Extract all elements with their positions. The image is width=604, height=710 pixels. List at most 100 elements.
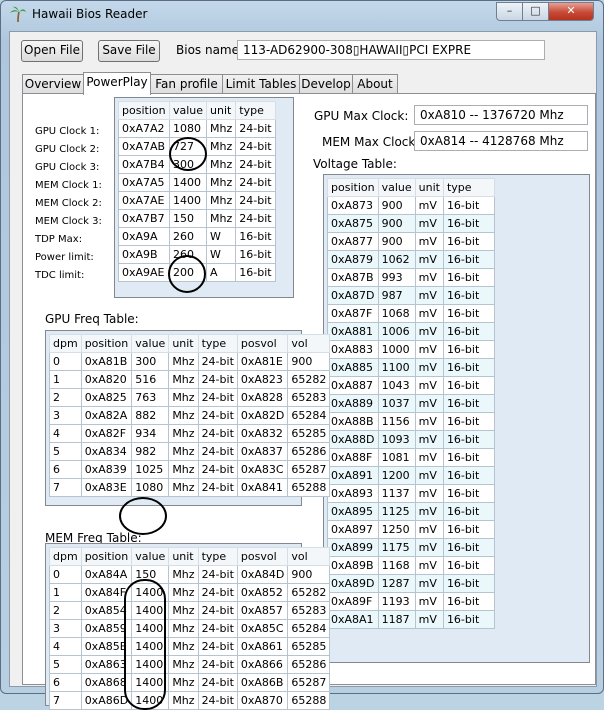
table-row[interactable]: 0xA87D 987 mV 16-bit [327, 286, 495, 305]
column-header[interactable]: posvol [236, 547, 289, 566]
column-header[interactable]: dpm [49, 547, 82, 566]
mem-max-clock-field[interactable]: 0xA814 -- 4128768 Mhz [414, 131, 588, 151]
table-row[interactable]: 0xA87F 1068 mV 16-bit [327, 304, 495, 323]
table-row[interactable]: 6 0xA839 1025 Mhz 24-bit 0xA83C 65287 [49, 460, 331, 479]
table-cell[interactable]: 993 [377, 268, 416, 287]
table-cell[interactable]: 1187 [377, 610, 416, 629]
table-row[interactable]: 0xA873 900 mV 16-bit [327, 196, 495, 215]
table-cell[interactable]: mV [414, 214, 444, 233]
table-cell[interactable]: 65282 [287, 370, 331, 389]
table-cell[interactable]: 0xA861 [236, 637, 289, 656]
table-cell[interactable]: A [206, 263, 237, 282]
table-row[interactable]: 6 0xA868 1400 Mhz 24-bit 0xA86B 65287 [49, 673, 331, 692]
column-header[interactable]: value [168, 101, 208, 120]
table-cell[interactable]: Mhz [168, 442, 199, 461]
table-cell[interactable]: 24-bit [197, 673, 238, 692]
table-cell[interactable]: 24-bit [197, 460, 238, 479]
table-cell[interactable]: Mhz [206, 155, 237, 174]
table-cell[interactable]: 24-bit [197, 691, 238, 710]
minimize-button[interactable]: – [496, 2, 523, 21]
table-cell[interactable]: 65286 [287, 655, 331, 674]
table-cell[interactable]: 260 [168, 227, 208, 246]
table-row[interactable]: 0 0xA81B 300 Mhz 24-bit 0xA81E 900 [49, 352, 331, 371]
tab-fan-profile[interactable]: Fan profile [150, 74, 223, 94]
table-cell[interactable]: 0xA820 [80, 370, 133, 389]
table-cell[interactable]: 1 [49, 583, 82, 602]
table-cell[interactable]: Mhz [168, 637, 199, 656]
table-row[interactable]: 0xA875 900 mV 16-bit [327, 214, 495, 233]
table-cell[interactable]: mV [414, 592, 444, 611]
table-row[interactable]: 0xA879 1062 mV 16-bit [327, 250, 495, 269]
table-cell[interactable]: 7 [49, 478, 82, 497]
column-header[interactable]: position [118, 101, 170, 120]
table-cell[interactable]: 0 [49, 565, 82, 584]
save-file-button[interactable]: Save File [98, 40, 160, 62]
table-cell[interactable]: 763 [131, 388, 170, 407]
table-cell[interactable]: 16-bit [442, 430, 495, 449]
table-row[interactable]: 0xA9A 260 W 16-bit [118, 227, 276, 246]
table-cell[interactable]: 0 [49, 352, 82, 371]
column-header[interactable]: unit [414, 178, 444, 197]
table-row[interactable]: 0xA7A5 1400 Mhz 24-bit [118, 173, 276, 192]
table-cell[interactable]: 1062 [377, 250, 416, 269]
table-cell[interactable]: Mhz [168, 370, 199, 389]
table-cell[interactable]: mV [414, 286, 444, 305]
table-row[interactable]: 0xA89B 1168 mV 16-bit [327, 556, 495, 575]
table-cell[interactable]: 24-bit [235, 155, 276, 174]
table-cell[interactable]: mV [414, 232, 444, 251]
table-cell[interactable]: Mhz [168, 388, 199, 407]
table-cell[interactable]: Mhz [168, 673, 199, 692]
table-cell[interactable]: 0xA88D [327, 430, 379, 449]
table-cell[interactable]: 0xA87B [327, 268, 379, 287]
table-cell[interactable]: 16-bit [442, 448, 495, 467]
column-header[interactable]: position [80, 547, 133, 566]
table-cell[interactable]: Mhz [168, 406, 199, 425]
table-cell[interactable]: mV [414, 466, 444, 485]
table-row[interactable]: 0xA887 1043 mV 16-bit [327, 376, 495, 395]
table-cell[interactable]: Mhz [168, 565, 199, 584]
table-cell[interactable]: 16-bit [442, 484, 495, 503]
table-cell[interactable]: 65283 [287, 388, 331, 407]
column-header[interactable]: position [327, 178, 379, 197]
table-cell[interactable]: 24-bit [235, 209, 276, 228]
table-cell[interactable]: 65288 [287, 478, 331, 497]
gpu-freq-grid[interactable]: dpm position value unit type posvol vol 0 0xA81B… [45, 330, 331, 506]
column-header[interactable]: vol [287, 547, 331, 566]
table-row[interactable]: 3 0xA859 1400 Mhz 24-bit 0xA85C 65284 [49, 619, 331, 638]
table-cell[interactable]: 0xA7AB [118, 137, 170, 156]
column-header[interactable]: unit [206, 101, 237, 120]
table-row[interactable]: 0xA88B 1156 mV 16-bit [327, 412, 495, 431]
table-cell[interactable]: 900 [377, 214, 416, 233]
mem-freq-grid[interactable]: dpm position value unit type posvol vol 0 0xA84A… [45, 543, 331, 710]
table-cell[interactable]: 0xA866 [236, 655, 289, 674]
tab-overview[interactable]: Overview [22, 74, 84, 94]
table-cell[interactable]: 65282 [287, 583, 331, 602]
table-cell[interactable]: 1006 [377, 322, 416, 341]
table-cell[interactable]: 65288 [287, 691, 331, 710]
table-cell[interactable]: 65287 [287, 460, 331, 479]
tab-develop[interactable]: Develop [299, 74, 353, 94]
table-row[interactable]: 0xA7A2 1080 Mhz 24-bit [118, 119, 276, 138]
table-cell[interactable]: 0xA899 [327, 538, 379, 557]
table-row[interactable]: 0xA899 1175 mV 16-bit [327, 538, 495, 557]
table-cell[interactable]: mV [414, 448, 444, 467]
table-row[interactable]: 7 0xA83E 1080 Mhz 24-bit 0xA841 65288 [49, 478, 331, 497]
table-cell[interactable]: W [206, 227, 237, 246]
table-row[interactable]: 0xA877 900 mV 16-bit [327, 232, 495, 251]
table-cell[interactable]: Mhz [168, 424, 199, 443]
table-cell[interactable]: 0xA82F [80, 424, 133, 443]
title-bar[interactable]: Hawaii Bios Reader – □ ✕ [1, 1, 603, 29]
table-cell[interactable]: 7 [49, 691, 82, 710]
table-cell[interactable]: 0xA823 [236, 370, 289, 389]
table-cell[interactable]: 24-bit [235, 119, 276, 138]
table-cell[interactable]: 516 [131, 370, 170, 389]
table-cell[interactable]: 6 [49, 460, 82, 479]
table-cell[interactable]: 0xA841 [236, 478, 289, 497]
table-cell[interactable]: 1125 [377, 502, 416, 521]
table-cell[interactable]: mV [414, 322, 444, 341]
table-cell[interactable]: Mhz [206, 137, 237, 156]
table-cell[interactable]: 1400 [168, 191, 208, 210]
table-row[interactable]: 3 0xA82A 882 Mhz 24-bit 0xA82D 65284 [49, 406, 331, 425]
table-cell[interactable]: Mhz [168, 601, 199, 620]
table-cell[interactable]: 0xA7A5 [118, 173, 170, 192]
